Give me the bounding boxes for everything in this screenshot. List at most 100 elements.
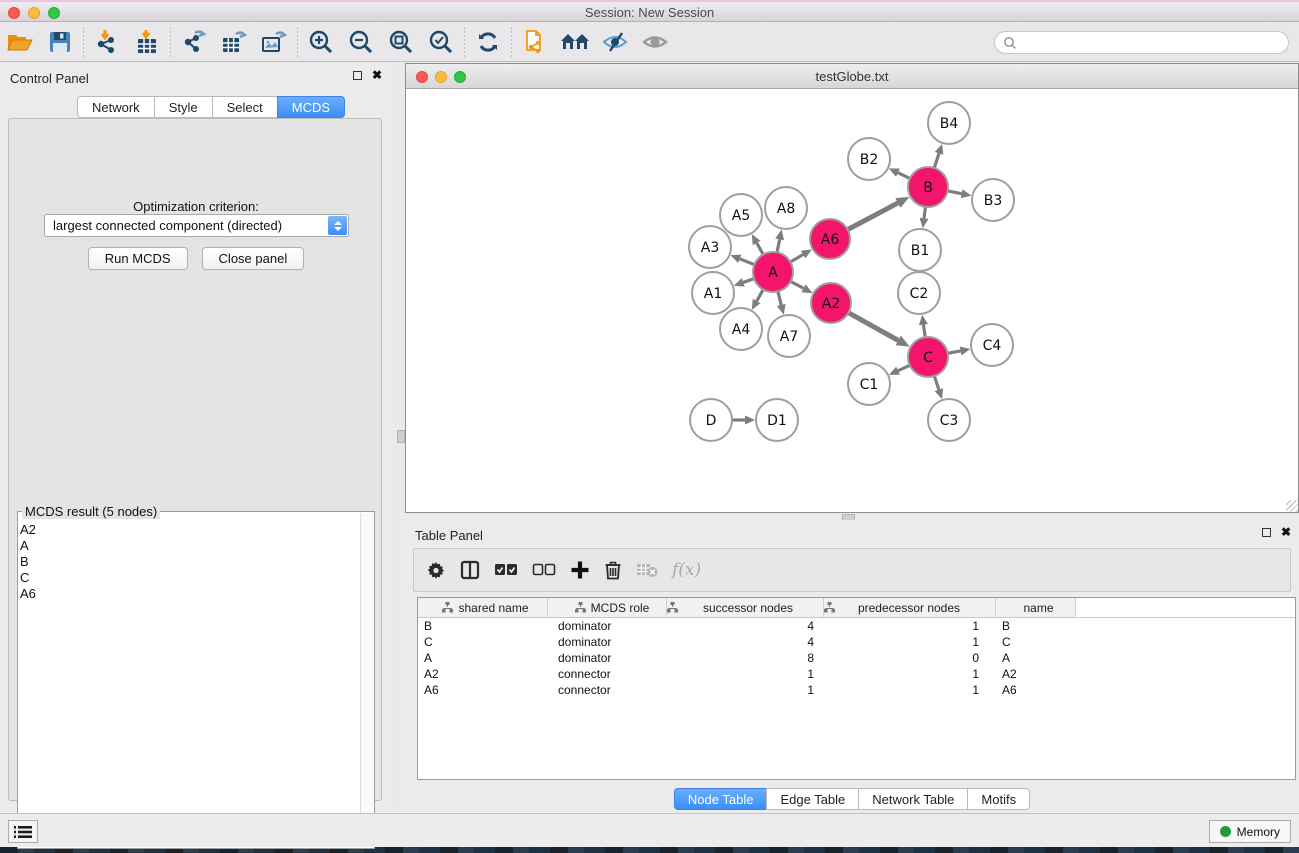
graph-edge[interactable] bbox=[948, 351, 961, 353]
hide-details-icon[interactable] bbox=[595, 25, 635, 59]
tab-network-table[interactable]: Network Table bbox=[858, 788, 967, 810]
export-image-icon[interactable] bbox=[254, 25, 294, 59]
table-cell[interactable]: B bbox=[996, 619, 1076, 633]
table-row[interactable]: A6connector11A6 bbox=[418, 682, 1295, 698]
graph-edge[interactable] bbox=[790, 255, 803, 262]
export-network-icon[interactable] bbox=[174, 25, 214, 59]
table-row[interactable]: Cdominator41C bbox=[418, 634, 1295, 650]
table-cell[interactable]: 1 bbox=[667, 683, 824, 697]
open-file-icon[interactable] bbox=[0, 25, 40, 59]
graph-edge[interactable] bbox=[898, 365, 910, 370]
graph-edge[interactable] bbox=[778, 291, 781, 305]
mcds-result-scrollbar[interactable] bbox=[360, 513, 373, 847]
export-table-icon[interactable] bbox=[214, 25, 254, 59]
graph-edge[interactable] bbox=[743, 279, 754, 283]
delete-table-icon[interactable] bbox=[636, 562, 658, 578]
import-network-icon[interactable] bbox=[87, 25, 127, 59]
table-cell[interactable]: A2 bbox=[418, 667, 548, 681]
mcds-result-item[interactable]: A6 bbox=[20, 586, 36, 602]
add-column-icon[interactable] bbox=[570, 560, 590, 580]
home-icon[interactable] bbox=[555, 25, 595, 59]
mcds-result-item[interactable]: A2 bbox=[20, 522, 36, 538]
graph-edge[interactable] bbox=[924, 207, 925, 218]
mcds-result-item[interactable]: C bbox=[20, 570, 36, 586]
column-header-mcds-role[interactable]: MCDS role bbox=[548, 598, 667, 617]
tab-node-table[interactable]: Node Table bbox=[674, 788, 767, 810]
table-row[interactable]: A2connector11A2 bbox=[418, 666, 1295, 682]
table-cell[interactable]: A bbox=[418, 651, 548, 665]
delete-icon[interactable] bbox=[604, 560, 622, 580]
zoom-fit-icon[interactable] bbox=[381, 25, 421, 59]
new-network-icon[interactable] bbox=[515, 25, 555, 59]
table-cell[interactable]: 0 bbox=[824, 651, 996, 665]
resize-grip-icon[interactable] bbox=[1286, 500, 1298, 512]
column-header-successor-nodes[interactable]: successor nodes bbox=[667, 598, 824, 617]
graph-edge[interactable] bbox=[777, 239, 780, 252]
search-input[interactable] bbox=[1017, 34, 1288, 52]
float-panel-icon[interactable] bbox=[353, 71, 362, 80]
gear-icon[interactable] bbox=[426, 560, 446, 580]
tab-motifs[interactable]: Motifs bbox=[967, 788, 1030, 810]
criterion-select[interactable]: largest connected component (directed) bbox=[44, 214, 349, 237]
tab-style[interactable]: Style bbox=[154, 96, 212, 118]
float-table-panel-icon[interactable] bbox=[1262, 528, 1271, 537]
table-cell[interactable]: 4 bbox=[667, 635, 824, 649]
graph-edge[interactable] bbox=[934, 153, 939, 168]
table-cell[interactable]: C bbox=[418, 635, 548, 649]
table-cell[interactable]: dominator bbox=[548, 651, 667, 665]
mcds-result-item[interactable]: B bbox=[20, 554, 36, 570]
graph-edge[interactable] bbox=[848, 203, 898, 230]
table-cell[interactable]: dominator bbox=[548, 635, 667, 649]
select-all-icon[interactable] bbox=[494, 563, 518, 577]
vertical-splitter-handle[interactable] bbox=[397, 430, 405, 443]
columns-icon[interactable] bbox=[460, 560, 480, 580]
tab-edge-table[interactable]: Edge Table bbox=[766, 788, 858, 810]
table-row[interactable]: Adominator80A bbox=[418, 650, 1295, 666]
save-session-icon[interactable] bbox=[40, 25, 80, 59]
tab-network[interactable]: Network bbox=[77, 96, 154, 118]
table-cell[interactable]: A2 bbox=[996, 667, 1076, 681]
deselect-all-icon[interactable] bbox=[532, 563, 556, 577]
table-cell[interactable]: 4 bbox=[667, 619, 824, 633]
graph-edge[interactable] bbox=[791, 281, 804, 288]
task-history-button[interactable] bbox=[8, 820, 38, 843]
zoom-out-icon[interactable] bbox=[341, 25, 381, 59]
table-cell[interactable]: 1 bbox=[667, 667, 824, 681]
table-cell[interactable]: dominator bbox=[548, 619, 667, 633]
table-cell[interactable]: 1 bbox=[824, 683, 996, 697]
table-cell[interactable]: 1 bbox=[824, 619, 996, 633]
column-header-predecessor-nodes[interactable]: predecessor nodes bbox=[824, 598, 996, 617]
graph-edge[interactable] bbox=[898, 173, 910, 179]
zoom-in-icon[interactable] bbox=[301, 25, 341, 59]
table-cell[interactable]: 1 bbox=[824, 635, 996, 649]
graph-edge[interactable] bbox=[757, 289, 764, 301]
graph-edge[interactable] bbox=[923, 325, 925, 338]
table-cell[interactable]: 1 bbox=[824, 667, 996, 681]
tab-select[interactable]: Select bbox=[212, 96, 277, 118]
table-row[interactable]: Bdominator41B bbox=[418, 618, 1295, 634]
table-cell[interactable]: B bbox=[418, 619, 548, 633]
node-table[interactable]: shared name MCDS role successor nodes pr… bbox=[417, 597, 1296, 780]
zoom-selected-icon[interactable] bbox=[421, 25, 461, 59]
show-details-icon[interactable] bbox=[635, 25, 675, 59]
memory-button[interactable]: Memory bbox=[1209, 820, 1291, 843]
table-cell[interactable]: A6 bbox=[418, 683, 548, 697]
mcds-result-item[interactable]: A bbox=[20, 538, 36, 554]
graph-edge[interactable] bbox=[757, 243, 764, 255]
graph-edge[interactable] bbox=[740, 259, 755, 265]
graph-edge[interactable] bbox=[848, 313, 898, 341]
graph-edge[interactable] bbox=[948, 191, 962, 194]
close-table-panel-icon[interactable]: ✖ bbox=[1281, 528, 1291, 537]
network-canvas[interactable]: B4B2BB3A8A5A6A3B1AA1C2A2A4A7C4CC1C3DD1 bbox=[407, 90, 1297, 512]
table-cell[interactable]: A bbox=[996, 651, 1076, 665]
function-builder-icon[interactable]: f(x) bbox=[672, 560, 701, 580]
table-cell[interactable]: C bbox=[996, 635, 1076, 649]
graph-edge[interactable] bbox=[934, 376, 939, 390]
table-cell[interactable]: A6 bbox=[996, 683, 1076, 697]
tab-mcds[interactable]: MCDS bbox=[277, 96, 345, 118]
column-header-name[interactable]: name bbox=[996, 598, 1076, 617]
import-table-icon[interactable] bbox=[127, 25, 167, 59]
refresh-icon[interactable] bbox=[468, 25, 508, 59]
close-panel-button[interactable]: Close panel bbox=[202, 247, 305, 270]
table-cell[interactable]: 8 bbox=[667, 651, 824, 665]
